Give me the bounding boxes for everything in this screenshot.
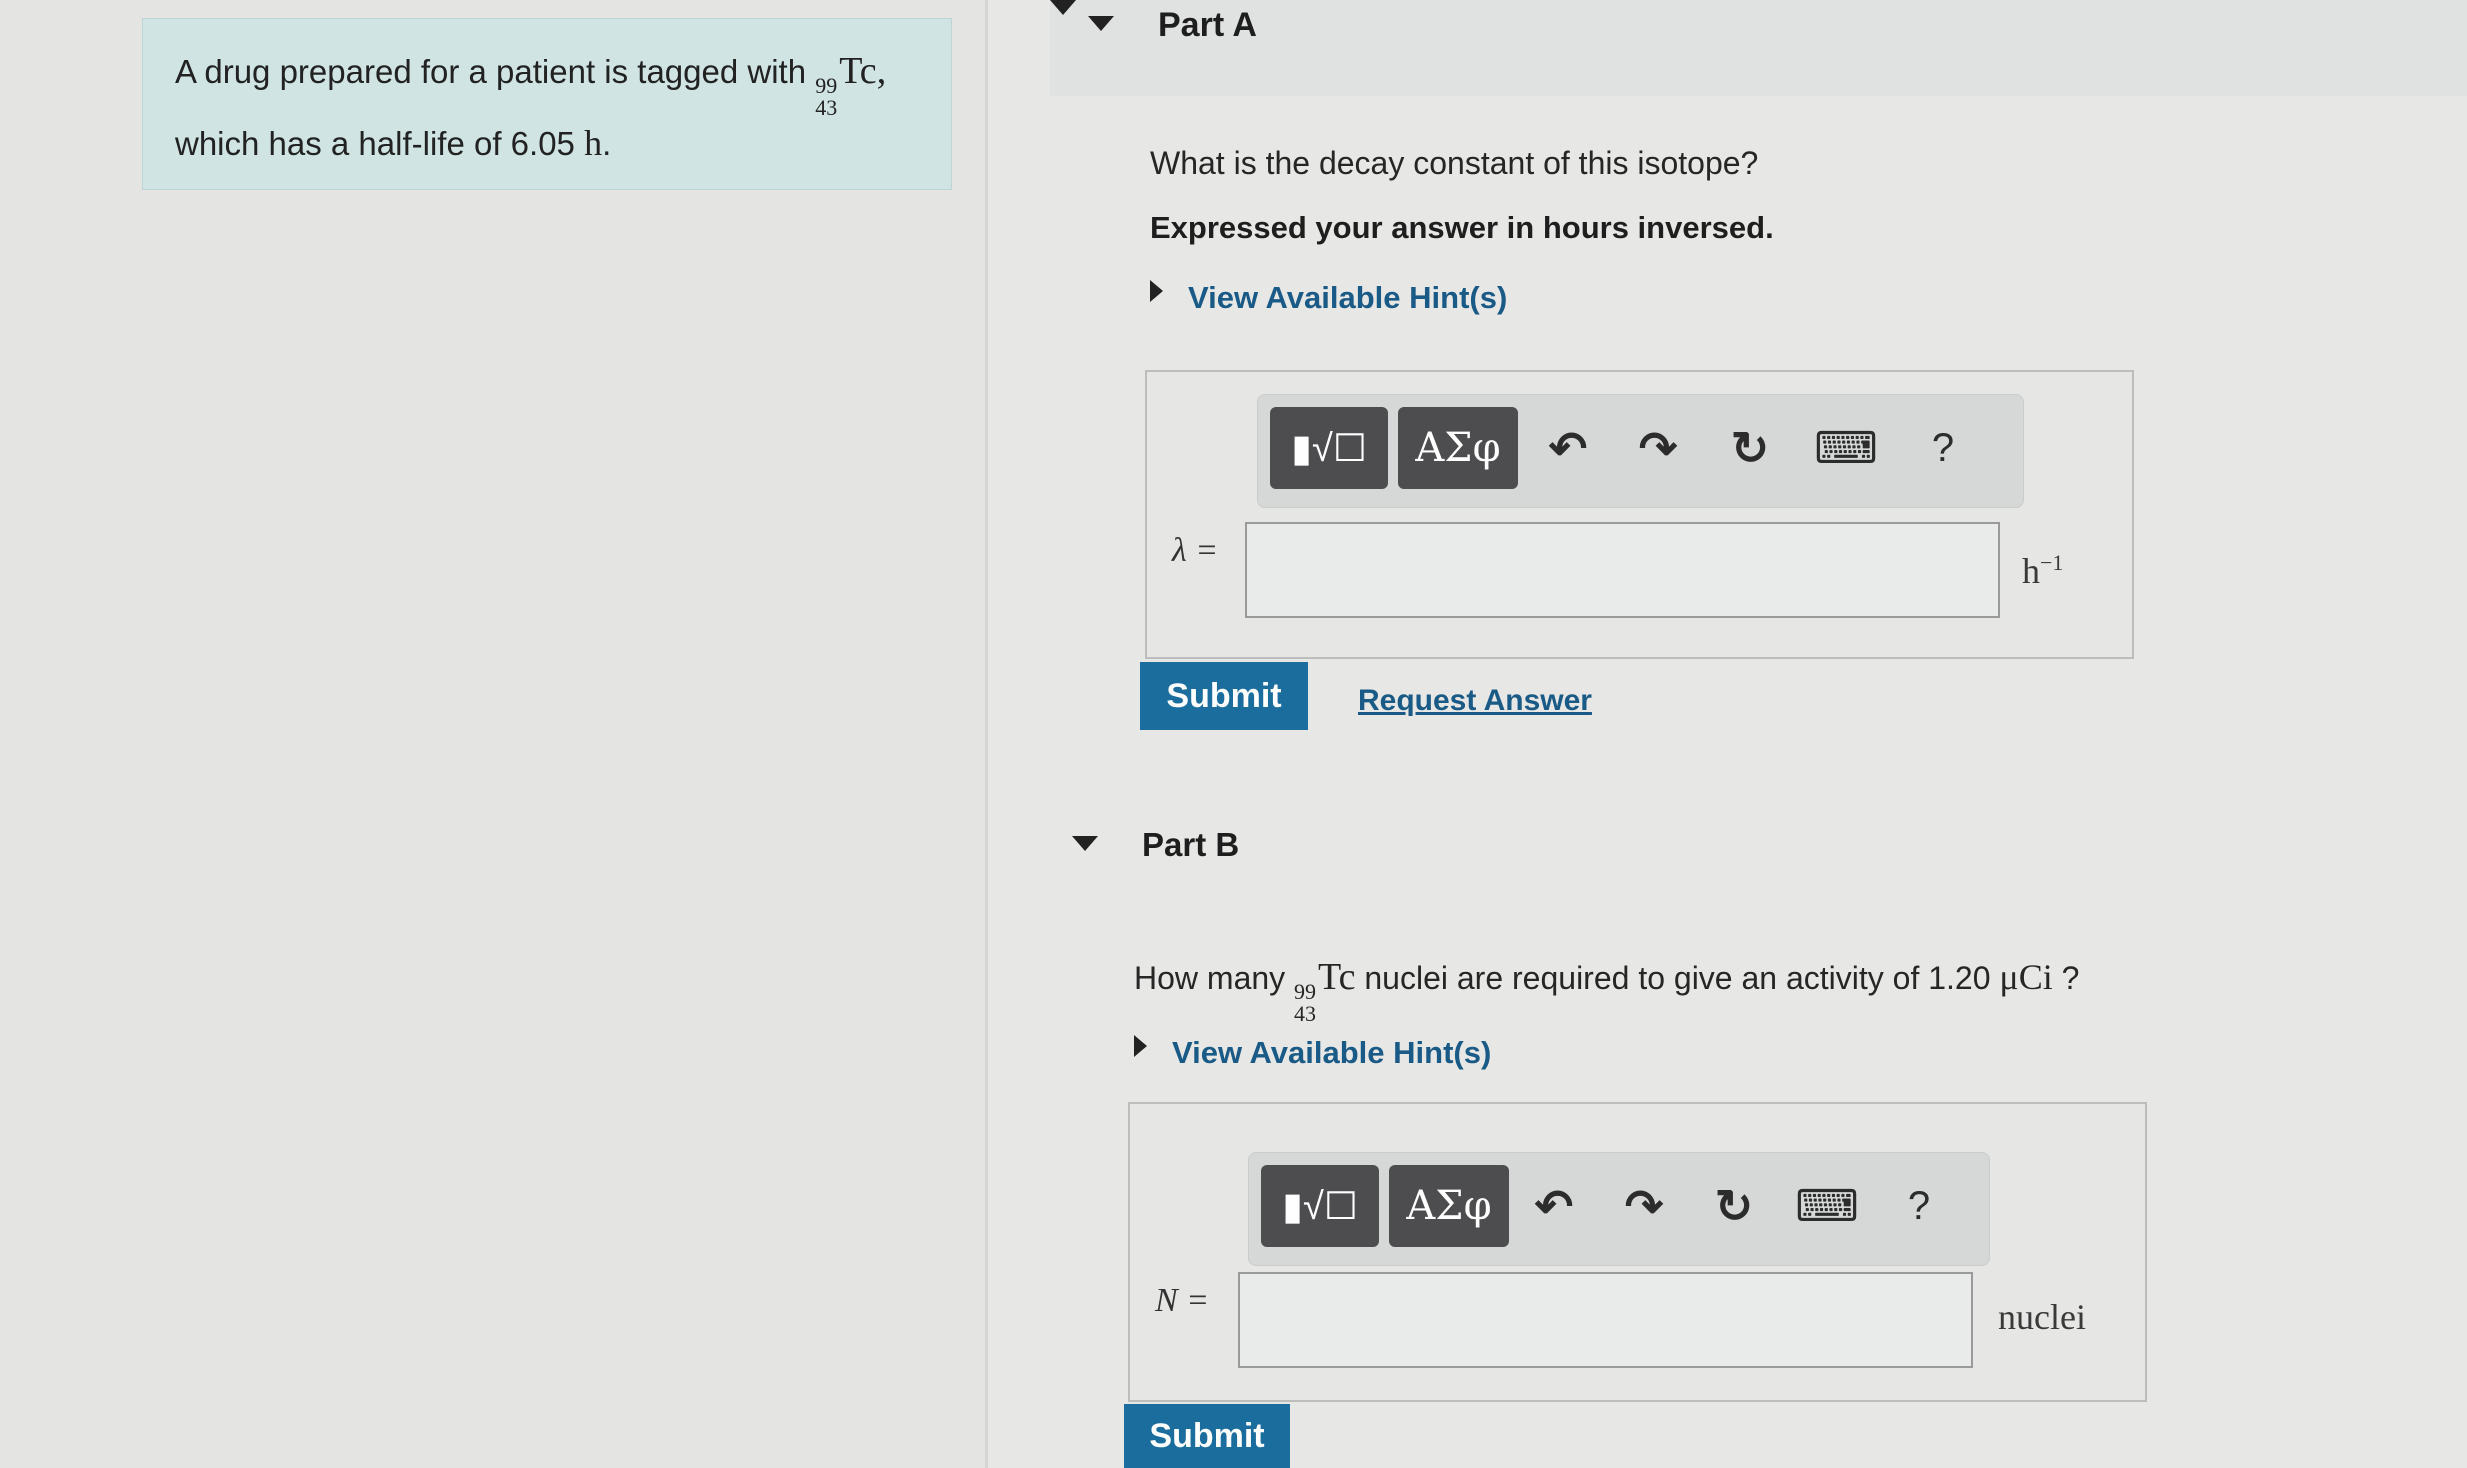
part-a-instruction: Expressed your answer in hours inversed. bbox=[1150, 210, 1774, 245]
help-glyph: ? bbox=[1907, 1183, 1931, 1228]
request-answer-link[interactable]: Request Answer bbox=[1358, 684, 1592, 718]
n-unit: nuclei bbox=[1998, 1297, 2086, 1337]
n-label: N = bbox=[1155, 1282, 1210, 1319]
help-icon[interactable]: ? bbox=[1889, 1173, 1949, 1239]
atomic-number: 43 bbox=[1294, 1001, 1317, 1026]
activity-unit: μCi bbox=[1999, 957, 2053, 997]
mass-number: 99 bbox=[815, 73, 838, 98]
question-end: ? bbox=[2052, 960, 2080, 996]
help-glyph: ? bbox=[1931, 425, 1955, 470]
question-middle: nuclei are required to give an activity … bbox=[1355, 960, 2000, 996]
nuclide-notation: 99 43 bbox=[815, 75, 837, 119]
part-b-title[interactable]: Part B bbox=[1142, 826, 1239, 864]
keyboard-glyph: ⌨ bbox=[1795, 1180, 1859, 1232]
math-toolbar: ▮√☐ ΑΣφ ↶ ↷ ↻ ⌨ ? bbox=[1248, 1152, 1990, 1266]
part-b-hints-link[interactable]: View Available Hint(s) bbox=[1172, 1035, 1491, 1071]
left-column: A drug prepared for a patient is tagged … bbox=[0, 0, 985, 1468]
redo-glyph: ↷ bbox=[1638, 422, 1678, 474]
problem-intro: A drug prepared for a patient is tagged … bbox=[142, 18, 952, 190]
greek-icon: ΑΣφ bbox=[1406, 1183, 1492, 1229]
templates-icon: ▮√☐ bbox=[1291, 427, 1367, 470]
undo-icon[interactable]: ↶ bbox=[1524, 1173, 1584, 1239]
templates-button[interactable]: ▮√☐ bbox=[1261, 1165, 1379, 1247]
nuclide-notation: 99 43 bbox=[1294, 981, 1316, 1025]
undo-glyph: ↶ bbox=[1548, 422, 1588, 474]
reset-icon[interactable]: ↻ bbox=[1704, 1173, 1764, 1239]
part-b-submit-button[interactable]: Submit bbox=[1124, 1404, 1290, 1468]
unit-exponent: −1 bbox=[2040, 550, 2064, 575]
column-divider bbox=[985, 0, 988, 1468]
undo-glyph: ↶ bbox=[1534, 1180, 1574, 1232]
part-a-question: What is the decay constant of this isoto… bbox=[1150, 145, 1759, 181]
part-a-submit-button[interactable]: Submit bbox=[1140, 662, 1308, 730]
mass-number: 99 bbox=[1294, 979, 1317, 1004]
hint-caret-icon[interactable] bbox=[1150, 280, 1163, 302]
half-life-unit: h bbox=[584, 123, 603, 163]
templates-button[interactable]: ▮√☐ bbox=[1270, 407, 1388, 489]
part-a-answer-box: ▮√☐ ΑΣφ ↶ ↷ ↻ ⌨ ? λ = h−1 bbox=[1145, 370, 2134, 659]
part-a-caret-icon[interactable] bbox=[1088, 16, 1114, 31]
greek-symbols-button[interactable]: ΑΣφ bbox=[1389, 1165, 1509, 1247]
intro-comma: , bbox=[876, 50, 887, 92]
lambda-input[interactable] bbox=[1245, 522, 2000, 618]
element-symbol: Tc bbox=[839, 50, 877, 92]
keyboard-icon[interactable]: ⌨ bbox=[1795, 1173, 1859, 1239]
part-b-question: How many 99 43 Tc nuclei are required to g… bbox=[1134, 955, 2079, 1025]
intro-text-start: A drug prepared for a patient is tagged … bbox=[175, 53, 816, 90]
undo-icon[interactable]: ↶ bbox=[1538, 415, 1598, 481]
intro-text: A drug prepared for a patient is tagged … bbox=[175, 47, 886, 168]
reset-icon[interactable]: ↻ bbox=[1720, 415, 1780, 481]
lambda-label: λ = bbox=[1172, 532, 1219, 569]
atomic-number: 43 bbox=[815, 95, 838, 120]
part-a-hints-link[interactable]: View Available Hint(s) bbox=[1188, 280, 1507, 316]
part-b-answer-box: ▮√☐ ΑΣφ ↶ ↷ ↻ ⌨ ? N = nuclei bbox=[1128, 1102, 2147, 1402]
collapse-caret-icon[interactable] bbox=[1050, 0, 1076, 15]
part-a-header[interactable] bbox=[1050, 0, 2467, 96]
reset-glyph: ↻ bbox=[1714, 1180, 1754, 1232]
greek-icon: ΑΣφ bbox=[1415, 425, 1501, 471]
keyboard-icon[interactable]: ⌨ bbox=[1814, 415, 1878, 481]
question-start: How many bbox=[1134, 960, 1295, 996]
half-life-text: which has a half-life of 6.05 bbox=[175, 125, 585, 162]
reset-glyph: ↻ bbox=[1730, 422, 1770, 474]
n-input[interactable] bbox=[1238, 1272, 1973, 1368]
lambda-unit: h−1 bbox=[2022, 550, 2063, 592]
part-a-title[interactable]: Part A bbox=[1158, 6, 1257, 45]
keyboard-glyph: ⌨ bbox=[1814, 422, 1878, 474]
unit-base: h bbox=[2022, 551, 2040, 591]
help-icon[interactable]: ? bbox=[1913, 415, 1973, 481]
intro-period: . bbox=[602, 125, 612, 162]
templates-icon: ▮√☐ bbox=[1282, 1185, 1358, 1228]
part-b-caret-icon[interactable] bbox=[1072, 836, 1098, 851]
element-symbol: Tc bbox=[1318, 956, 1356, 998]
redo-icon[interactable]: ↷ bbox=[1614, 1173, 1674, 1239]
redo-glyph: ↷ bbox=[1624, 1180, 1664, 1232]
greek-symbols-button[interactable]: ΑΣφ bbox=[1398, 407, 1518, 489]
math-toolbar: ▮√☐ ΑΣφ ↶ ↷ ↻ ⌨ ? bbox=[1257, 394, 2024, 508]
redo-icon[interactable]: ↷ bbox=[1628, 415, 1688, 481]
hint-caret-icon[interactable] bbox=[1134, 1035, 1147, 1057]
